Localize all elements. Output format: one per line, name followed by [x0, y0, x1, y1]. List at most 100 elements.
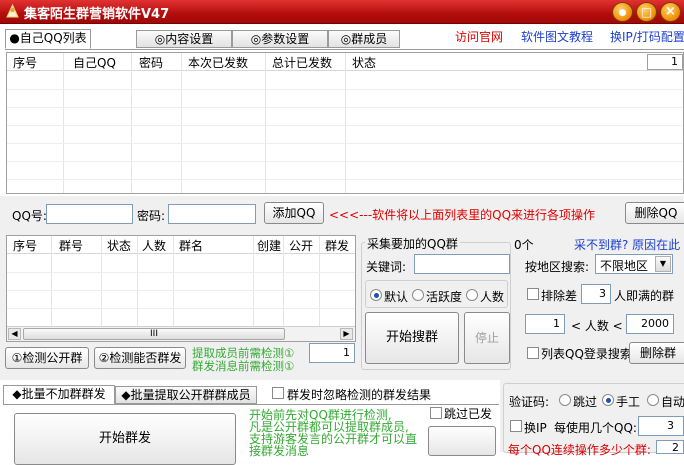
- continuous-ops-value: 2: [672, 441, 679, 454]
- exclude-checkbox[interactable]: [527, 288, 539, 300]
- col-group-number: 群号: [59, 239, 84, 253]
- keyword-label: 关键词:: [366, 260, 407, 274]
- qq-number-input[interactable]: [46, 204, 133, 224]
- col-sent-this-time: 本次已发数: [188, 56, 249, 70]
- min-people-value: 1: [553, 317, 560, 330]
- col-group-created: 创建: [257, 239, 281, 253]
- scroll-left-icon[interactable]: ◀: [8, 328, 21, 340]
- col-index: 序号: [13, 56, 38, 70]
- list-qq-login-search-checkbox[interactable]: [527, 347, 539, 359]
- app-logo-icon: [6, 4, 19, 18]
- tab-content-settings[interactable]: ◎内容设置: [136, 30, 232, 48]
- qq-list-hint: <<<---软件将以上面列表里的QQ来进行各项操作: [329, 208, 596, 222]
- password-label: 密码:: [137, 209, 166, 223]
- tab-own-qq-list[interactable]: ●自己QQ列表: [5, 29, 91, 49]
- col-group-public: 公开: [289, 239, 314, 253]
- tab-batch-send-no-join[interactable]: ◆批量不加群群发: [3, 385, 115, 405]
- col-group-name: 群名: [179, 239, 204, 253]
- captcha-skip-radio[interactable]: [559, 394, 571, 406]
- radio-activity-label: 活跃度: [426, 290, 463, 304]
- close-button[interactable]: ×: [660, 2, 681, 22]
- captcha-label: 验证码:: [509, 395, 550, 409]
- group-table-hscrollbar[interactable]: ◀ III ▶: [7, 326, 355, 341]
- captcha-manual-radio[interactable]: [602, 394, 614, 406]
- page-number: 1: [671, 55, 678, 68]
- captcha-auto-label: 自动: [661, 395, 684, 409]
- col-group-people: 人数: [142, 239, 167, 253]
- radio-activity[interactable]: [412, 289, 424, 301]
- chevron-down-icon[interactable]: ▼: [655, 256, 671, 272]
- group-list-table[interactable]: 序号 群号 状态 人数 群名 创建 公开 群发 ◀ III ▶: [6, 235, 356, 342]
- change-ip-checkbox[interactable]: [510, 420, 522, 432]
- collect-count: 0个: [514, 238, 534, 252]
- window-title: 集客陌生群营销软件V47: [24, 7, 170, 22]
- tab-group-members[interactable]: ◎群成员: [328, 30, 400, 48]
- col-group-index: 序号: [13, 239, 38, 253]
- col-total-sent: 总计已发数: [272, 56, 333, 70]
- change-ip-label: 换IP: [524, 421, 547, 435]
- collect-title: 采集要加的QQ群: [365, 235, 460, 252]
- send-info-line4: 接群发消息: [249, 444, 310, 458]
- col-own-qq: 自己QQ: [73, 56, 116, 70]
- per-qq-value: 3: [667, 419, 674, 432]
- radio-default[interactable]: [370, 289, 382, 301]
- check-public-group-button[interactable]: ①检测公开群: [5, 347, 89, 369]
- list-qq-login-search-label: 列表QQ登录搜索: [541, 347, 632, 361]
- max-people-value: 2000: [641, 317, 669, 330]
- captcha-manual-label: 手工: [616, 395, 641, 409]
- exclude-value-input[interactable]: 3: [581, 284, 611, 304]
- tutorial-link[interactable]: 软件图文教程: [521, 28, 593, 45]
- group-table-header: 序号 群号 状态 人数 群名 创建 公开 群发: [7, 236, 355, 254]
- captcha-auto-radio[interactable]: [647, 394, 659, 406]
- radio-default-label: 默认: [384, 290, 409, 304]
- min-people-input[interactable]: 1: [525, 314, 565, 334]
- per-qq-input[interactable]: 3: [638, 416, 684, 436]
- maximize-button[interactable]: □: [636, 2, 657, 22]
- start-search-group-button[interactable]: 开始搜群: [365, 312, 459, 364]
- max-people-input[interactable]: 2000: [626, 314, 674, 334]
- col-group-status: 状态: [107, 239, 132, 253]
- add-qq-button[interactable]: 添加QQ: [264, 202, 324, 224]
- keyword-input[interactable]: [414, 254, 510, 274]
- col-password: 密码: [139, 56, 164, 70]
- check-note-send: 群发消息前需检测①: [192, 359, 295, 373]
- change-ip-config-link[interactable]: 换IP/打码配置: [610, 28, 684, 45]
- delete-group-button[interactable]: 删除群: [629, 342, 684, 364]
- exclude-suffix: 人即满的群: [614, 289, 675, 303]
- people-range-label: < 人数 <: [571, 319, 623, 333]
- ignore-check-result-checkbox[interactable]: [272, 387, 284, 399]
- official-site-link[interactable]: 访问官网: [455, 28, 503, 45]
- col-group-send: 群发: [325, 239, 350, 253]
- minimize-icon: ●: [618, 8, 627, 18]
- title-bar: 集客陌生群营销软件V47 ● □ ×: [0, 0, 684, 24]
- bottom-tab-divider: [3, 404, 499, 405]
- stop-search-button[interactable]: 停止: [464, 312, 510, 364]
- scroll-grip: III: [150, 329, 158, 339]
- skip-sent-checkbox[interactable]: [430, 407, 442, 419]
- tab-param-settings[interactable]: ◎参数设置: [232, 30, 328, 48]
- close-icon: ×: [665, 4, 676, 19]
- region-search-label: 按地区搜索:: [525, 260, 590, 274]
- qq-list-table[interactable]: 序号 自己QQ 密码 本次已发数 总计已发数 状态 1: [6, 52, 684, 194]
- check-can-send-button[interactable]: ②检测能否群发: [94, 347, 186, 369]
- password-input[interactable]: [168, 204, 256, 224]
- skip-sent-label: 跳过已发: [444, 407, 493, 421]
- radio-people[interactable]: [466, 289, 478, 301]
- ignore-check-result-label: 群发时忽略检测的群发结果: [287, 388, 432, 402]
- radio-people-label: 人数: [480, 290, 505, 304]
- tab-batch-extract-members[interactable]: ◆批量提取公开群群成员: [115, 386, 257, 404]
- minimize-button[interactable]: ●: [612, 2, 633, 22]
- tab-divider: [5, 49, 684, 50]
- page-number-box[interactable]: 1: [647, 54, 683, 70]
- check-count-spinner[interactable]: 1: [309, 343, 355, 363]
- scroll-right-icon[interactable]: ▶: [340, 328, 353, 340]
- per-qq-label: 每使用几个QQ:: [554, 421, 637, 435]
- delete-qq-button[interactable]: 删除QQ: [625, 202, 684, 224]
- qq-number-label: QQ号:: [12, 209, 47, 223]
- start-group-send-button[interactable]: 开始群发: [14, 413, 236, 465]
- captcha-skip-label: 跳过: [573, 395, 598, 409]
- cannot-find-group-link[interactable]: 采不到群? 原因在此: [574, 236, 680, 253]
- exclude-value: 3: [599, 287, 606, 300]
- scroll-thumb[interactable]: III: [23, 328, 285, 340]
- region-select[interactable]: 不限地区 ▼: [595, 254, 673, 274]
